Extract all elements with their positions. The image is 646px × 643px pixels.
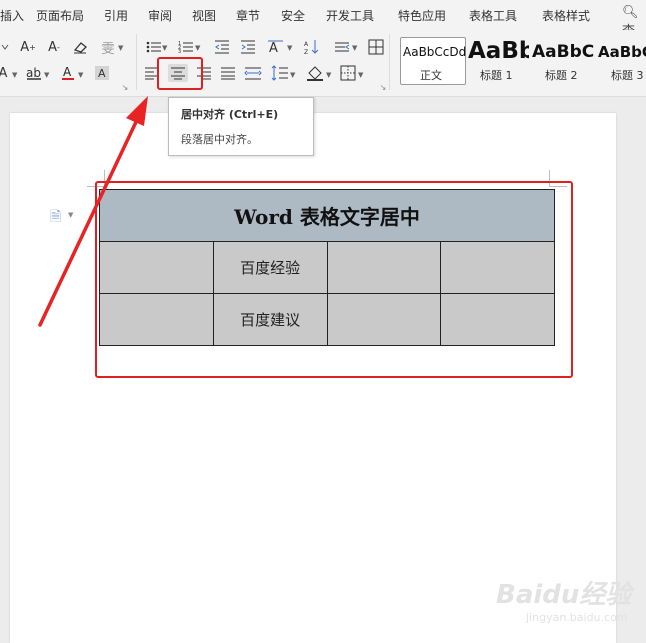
watermark: Baidu经验 jingyan.baidu.com	[496, 574, 631, 624]
watermark-brand: Baidu经验	[496, 580, 632, 610]
annotation-arrow	[38, 96, 148, 327]
watermark-url: jingyan.baidu.com	[526, 611, 628, 624]
